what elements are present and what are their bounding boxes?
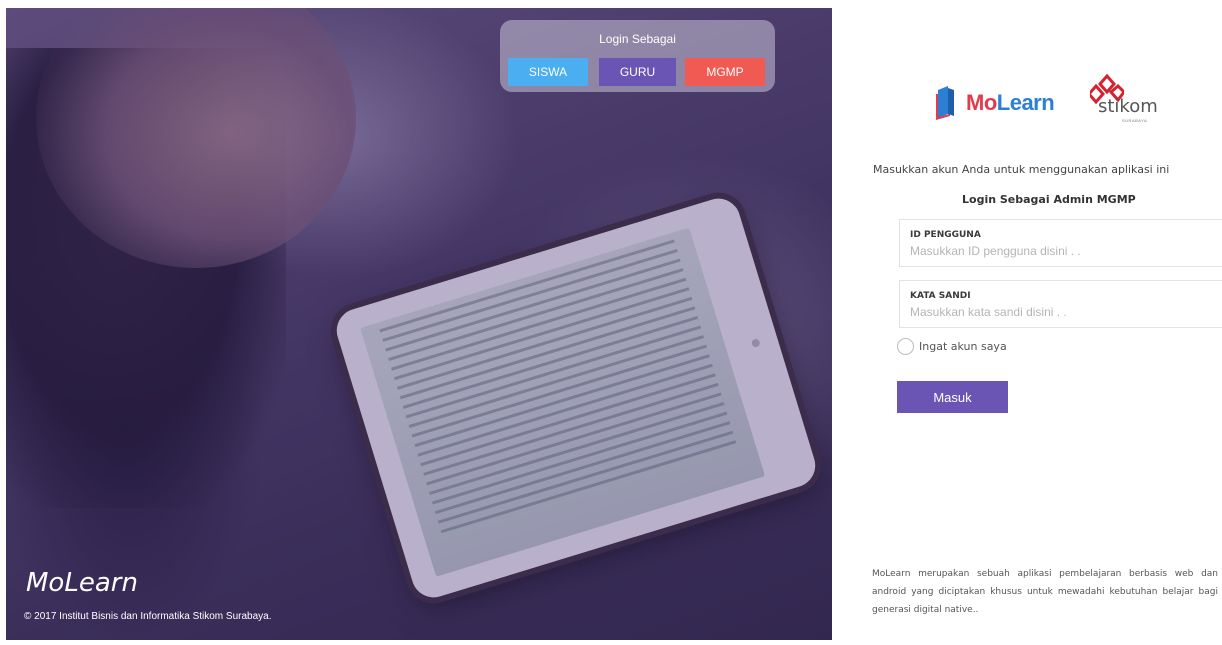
molearn-wordmark: MoLearn bbox=[966, 90, 1055, 115]
logo-row: MoLearn stikom SURABAYA bbox=[930, 74, 1210, 130]
remember-me-radio[interactable] bbox=[897, 338, 914, 355]
copyright-text: © 2017 Institut Bisnis dan Informatika S… bbox=[24, 611, 272, 622]
stikom-logo: stikom SURABAYA bbox=[1084, 74, 1158, 130]
stikom-wordmark: stikom bbox=[1098, 96, 1158, 117]
login-submit-button[interactable]: Masuk bbox=[897, 381, 1008, 413]
stikom-subtitle: SURABAYA bbox=[1122, 118, 1148, 123]
role-siswa-button[interactable]: SISWA bbox=[508, 58, 588, 86]
remember-me-label: Ingat akun saya bbox=[919, 340, 1007, 353]
hero-brand-title: MoLearn bbox=[26, 568, 138, 598]
user-id-field: ID PENGGUNA bbox=[899, 219, 1222, 267]
login-role-heading: Login Sebagai Admin MGMP bbox=[962, 193, 1136, 206]
user-id-label: ID PENGGUNA bbox=[910, 230, 981, 240]
password-input[interactable] bbox=[910, 305, 1210, 319]
role-selector-title: Login Sebagai bbox=[599, 32, 676, 46]
hero-tint-overlay bbox=[6, 8, 832, 640]
user-id-input[interactable] bbox=[910, 244, 1210, 258]
molearn-logo: MoLearn bbox=[930, 80, 1055, 124]
password-label: KATA SANDI bbox=[910, 291, 971, 301]
role-selector-panel: Login Sebagai SISWA GURU MGMP bbox=[500, 20, 775, 92]
password-field: KATA SANDI bbox=[899, 280, 1222, 328]
about-text: MoLearn merupakan sebuah aplikasi pembel… bbox=[872, 569, 1218, 615]
login-instruction: Masukkan akun Anda untuk menggunakan apl… bbox=[873, 163, 1170, 176]
book-icon bbox=[936, 86, 954, 120]
role-guru-button[interactable]: GURU bbox=[599, 58, 676, 86]
role-mgmp-button[interactable]: MGMP bbox=[685, 58, 765, 86]
hero-panel: Login Sebagai SISWA GURU MGMP MoLearn © … bbox=[6, 8, 832, 640]
